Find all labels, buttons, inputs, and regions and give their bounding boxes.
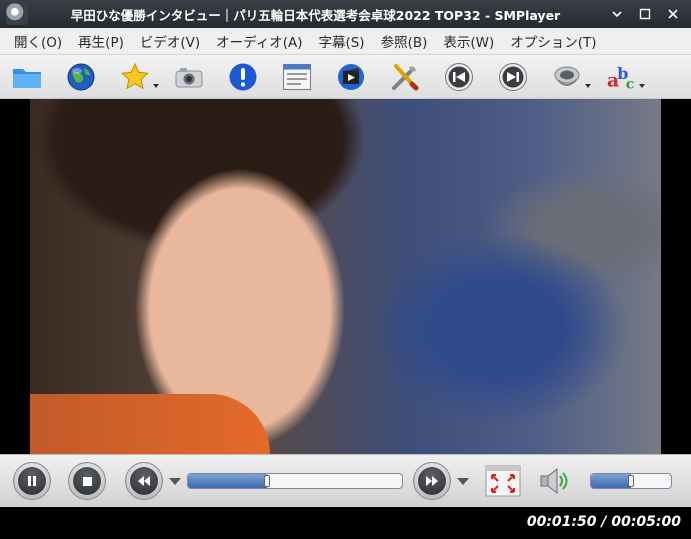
- rewind-button[interactable]: [125, 462, 163, 500]
- main-toolbar: a b c: [0, 55, 691, 99]
- smplayer-window: 早田ひな󠄀󠄀優勝インタビュー｜パリ五輪日本代表選考会󠄀󠄀卓球2022 TOP32…: [0, 0, 691, 539]
- maximize-icon: [639, 8, 651, 20]
- menu-video[interactable]: ビデオ(V): [132, 31, 208, 51]
- previous-icon: [445, 62, 473, 91]
- open-file-button[interactable]: [12, 62, 42, 92]
- playback-time: 00:01:50 / 00:05:00: [526, 514, 681, 530]
- playlist-button[interactable]: [282, 62, 312, 92]
- favorites-star-icon: [121, 62, 149, 89]
- status-bar: 00:01:50 / 00:05:00: [0, 507, 691, 539]
- menu-bar: 開く(O) 再生(P) ビデオ(V) オーディオ(A) 字幕(S) 参照(B) …: [0, 28, 691, 55]
- volume-slider[interactable]: [590, 473, 672, 489]
- title-bar[interactable]: 早田ひな󠄀󠄀優勝インタビュー｜パリ五輪日本代表選考会󠄀󠄀卓球2022 TOP32…: [0, 0, 691, 28]
- smplayer-app-icon[interactable]: [6, 3, 28, 25]
- screenshot-camera-icon: [175, 67, 203, 87]
- stop-icon: [82, 476, 92, 486]
- seek-slider[interactable]: [187, 473, 403, 489]
- info-button[interactable]: [228, 62, 258, 92]
- menu-subtitles[interactable]: 字幕(S): [310, 31, 372, 51]
- audio-track-button[interactable]: [552, 62, 591, 92]
- rewind-icon: [138, 476, 150, 486]
- speaker-volume-icon: [540, 467, 568, 495]
- forward-button[interactable]: [413, 462, 451, 500]
- volume-handle[interactable]: [628, 475, 634, 487]
- info-icon: [229, 63, 257, 90]
- forward-menu-arrow-icon[interactable]: [457, 477, 469, 485]
- subtitles-abc-icon: a b c: [607, 63, 635, 92]
- close-button[interactable]: [659, 0, 687, 28]
- preferences-button[interactable]: [390, 62, 420, 92]
- video-frame[interactable]: [30, 99, 661, 454]
- volume-level-fill: [591, 474, 631, 488]
- playlist-icon: [283, 63, 311, 90]
- menu-play[interactable]: 再生(P): [70, 31, 132, 51]
- menu-browse[interactable]: 参照(B): [373, 31, 436, 51]
- minimize-button[interactable]: [603, 0, 631, 28]
- forward-icon: [426, 476, 438, 486]
- folder-icon: [13, 68, 41, 88]
- menu-options[interactable]: オプション(T): [502, 31, 604, 51]
- fullscreen-button[interactable]: [485, 465, 521, 497]
- close-icon: [668, 9, 678, 19]
- globe-icon: [67, 63, 95, 90]
- video-clip-icon: [338, 63, 364, 90]
- minimize-icon: [612, 11, 622, 18]
- svg-text:c: c: [626, 76, 635, 92]
- video-content: [30, 394, 270, 454]
- control-bar: [0, 454, 691, 507]
- mute-button[interactable]: [538, 465, 570, 497]
- next-button[interactable]: [498, 62, 528, 92]
- stop-button[interactable]: [68, 462, 106, 500]
- subtitles-button[interactable]: a b c: [606, 62, 645, 92]
- favorites-button[interactable]: [120, 62, 159, 92]
- preferences-tools-icon: [392, 63, 419, 90]
- open-url-button[interactable]: [66, 62, 96, 92]
- seek-progress-fill: [188, 474, 267, 488]
- menu-view[interactable]: 表示(W): [435, 31, 502, 51]
- pause-icon: [28, 476, 36, 486]
- rewind-menu-arrow-icon[interactable]: [169, 477, 181, 485]
- video-equalizer-button[interactable]: [336, 62, 366, 92]
- next-icon: [499, 62, 527, 91]
- video-area[interactable]: [0, 99, 691, 454]
- window-title: 早田ひな󠄀󠄀優勝インタビュー｜パリ五輪日本代表選考会󠄀󠄀卓球2022 TOP32…: [70, 7, 561, 23]
- maximize-button[interactable]: [631, 0, 659, 28]
- audio-track-icon: [554, 66, 580, 86]
- previous-button[interactable]: [444, 62, 474, 92]
- menu-open[interactable]: 開く(O): [6, 31, 70, 51]
- fullscreen-icon: [485, 465, 521, 497]
- screenshot-button[interactable]: [174, 62, 204, 92]
- seek-handle[interactable]: [264, 475, 270, 487]
- menu-audio[interactable]: オーディオ(A): [208, 31, 310, 51]
- play-pause-button[interactable]: [13, 462, 51, 500]
